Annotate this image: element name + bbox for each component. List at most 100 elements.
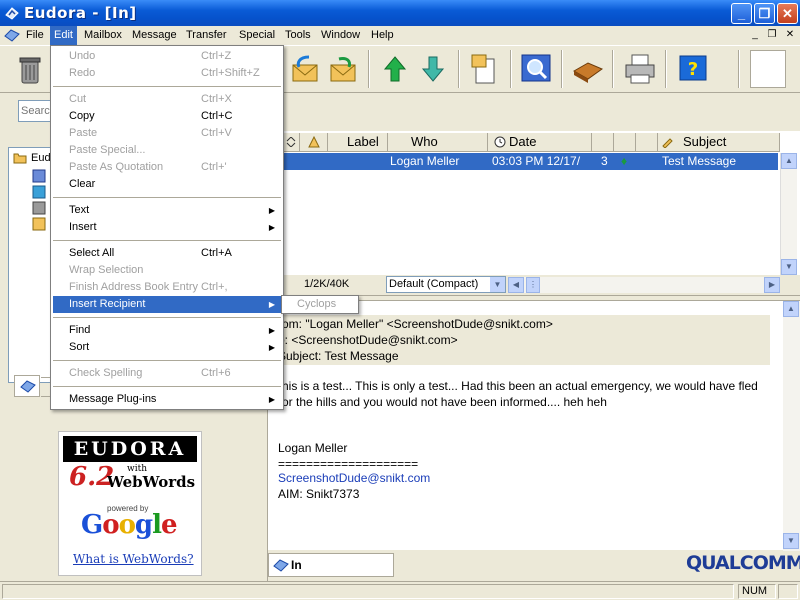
menu-item-redo[interactable]: Redo Ctrl+Shift+Z <box>53 65 281 82</box>
menu-item-undo[interactable]: Undo Ctrl+Z <box>53 48 281 65</box>
preview-scroll-up-button[interactable]: ▲ <box>783 301 799 317</box>
menu-transfer[interactable]: Transfer <box>182 26 231 45</box>
help-icon[interactable]: ? <box>675 51 711 87</box>
menu-window[interactable]: Window <box>317 26 364 45</box>
maximize-button[interactable]: ❐ <box>754 3 775 24</box>
menu-edit[interactable]: Edit <box>50 26 77 45</box>
menu-mailbox[interactable]: Mailbox <box>80 26 126 45</box>
date-column-header[interactable]: Date <box>488 133 592 152</box>
mdi-minimize-button[interactable]: _ <box>748 28 762 42</box>
menu-item-paste[interactable]: Paste Ctrl+V <box>53 125 281 142</box>
menu-item-paste-special[interactable]: Paste Special... <box>53 142 281 159</box>
scroll-right-button[interactable]: ▶ <box>764 277 780 293</box>
submenu-arrow-icon: ▶ <box>268 206 275 215</box>
status-column-header[interactable] <box>282 133 300 152</box>
mdi-close-button[interactable]: ✕ <box>783 28 797 42</box>
row-subject: Test Message <box>662 154 737 168</box>
num-lock-indicator: NUM <box>738 584 776 599</box>
menu-file[interactable]: File <box>22 26 48 45</box>
ad-version-block: 6.2 with WebWords <box>69 462 195 496</box>
menu-item-sort[interactable]: Sort ▶ <box>53 339 281 356</box>
priority-icon <box>308 136 320 148</box>
menu-tools[interactable]: Tools <box>281 26 315 45</box>
table-row[interactable]: Logan Meller 03:03 PM 12/17/ 3 ♦ Test Me… <box>282 153 778 170</box>
menu-item-paste-as-quotation[interactable]: Paste As Quotation Ctrl+' <box>53 159 281 176</box>
server-status-column-header[interactable] <box>614 133 636 152</box>
eudora-app-icon[interactable] <box>4 5 20 21</box>
menu-item-select-all[interactable]: Select All Ctrl+A <box>53 245 281 262</box>
previous-message-icon[interactable] <box>377 51 413 87</box>
scroll-up-button[interactable]: ▲ <box>781 153 797 169</box>
menu-item-wrap-selection[interactable]: Wrap Selection <box>53 262 281 279</box>
attachment-column-header[interactable] <box>636 133 658 152</box>
menu-item-find[interactable]: Find ▶ <box>53 322 281 339</box>
mdi-restore-button[interactable]: ❐ <box>765 28 779 42</box>
scroll-thumb[interactable]: ⋮ <box>526 277 540 293</box>
label-column-label: Label <box>347 134 379 149</box>
mailboxes-tab-icon <box>20 380 36 393</box>
find-icon[interactable] <box>518 51 554 87</box>
what-is-webwords-link[interactable]: What is WebWords? <box>73 552 194 566</box>
print-icon[interactable] <box>622 51 658 87</box>
sort-icon <box>286 137 296 147</box>
menu-item-cut[interactable]: Cut Ctrl+X <box>53 91 281 108</box>
menu-message[interactable]: Message <box>128 26 181 45</box>
signature-aim: AIM: Snikt7373 <box>278 487 360 501</box>
scroll-left-button[interactable]: ◀ <box>508 277 524 293</box>
attach-file-icon[interactable] <box>466 51 502 87</box>
svg-text:?: ? <box>688 59 698 80</box>
preview-from: rom: "Logan Meller" <ScreenshotDude@snik… <box>278 317 553 331</box>
menu-item-text[interactable]: Text ▶ <box>53 202 281 219</box>
submenu-arrow-icon: ▶ <box>268 395 275 404</box>
menu-help[interactable]: Help <box>367 26 398 45</box>
who-column-header[interactable]: Who <box>388 133 488 152</box>
next-message-icon[interactable] <box>415 51 451 87</box>
webwords-ad[interactable]: EUDORA 6.2 with WebWords powered by Goog… <box>58 431 202 576</box>
message-list-vscroll[interactable]: ▲ ▼ <box>780 153 797 275</box>
message-preview[interactable]: rom: "Logan Meller" <ScreenshotDude@snik… <box>268 300 800 551</box>
menu-item-clear[interactable]: Clear <box>53 176 281 193</box>
menu-item-message-plug-ins[interactable]: Message Plug-ins ▶ <box>53 391 281 408</box>
search-input[interactable] <box>18 100 54 122</box>
mailbox-window-icon[interactable] <box>4 28 20 43</box>
menu-bar: File Edit Mailbox Message Transfer Speci… <box>0 26 800 45</box>
menu-item-copy[interactable]: Copy Ctrl+C <box>53 108 281 125</box>
preview-header: rom: "Logan Meller" <ScreenshotDude@snik… <box>276 315 770 365</box>
size-column-header[interactable] <box>592 133 614 152</box>
submenu-item-cyclops[interactable]: Cyclops <box>297 298 336 310</box>
mailboxes-tab[interactable] <box>14 375 40 397</box>
reply-all-icon[interactable] <box>325 51 361 87</box>
message-list-header: Label Who Date Subject <box>268 133 780 152</box>
address-book-icon[interactable] <box>570 51 606 87</box>
scroll-down-button[interactable]: ▼ <box>781 259 797 275</box>
view-select[interactable]: Default (Compact) ▼ <box>386 276 506 293</box>
label-column-header[interactable]: Label <box>328 133 388 152</box>
reply-icon[interactable] <box>287 51 323 87</box>
preview-subject: Subject: Test Message <box>278 349 399 363</box>
message-list-hscroll[interactable]: ◀ ⋮ ▶ <box>508 277 780 293</box>
row-who: Logan Meller <box>390 154 460 168</box>
message-list-status: 1/2K/40K Default (Compact) ▼ ◀ ⋮ ▶ <box>268 275 800 295</box>
preview-vscroll[interactable]: ▲ ▼ <box>783 301 800 551</box>
mailbox-tab-strip <box>14 375 54 399</box>
preview-to: o: <ScreenshotDude@snikt.com> <box>278 333 458 347</box>
preview-scroll-down-button[interactable]: ▼ <box>783 533 799 549</box>
signature-email-link[interactable]: ScreenshotDude@snikt.com <box>278 471 778 486</box>
subject-column-header[interactable]: Subject <box>658 133 780 152</box>
mailbox-window-tab[interactable]: In <box>268 553 394 577</box>
menu-item-check-spelling[interactable]: Check Spelling Ctrl+6 <box>53 365 281 382</box>
menu-item-insert-recipient[interactable]: Insert Recipient ▶ <box>53 296 281 313</box>
tree-root-label[interactable]: Eud <box>31 152 51 164</box>
chevron-down-icon[interactable]: ▼ <box>490 277 505 292</box>
resize-grip[interactable] <box>778 584 798 599</box>
menu-item-insert[interactable]: Insert ▶ <box>53 219 281 236</box>
folder-icon <box>13 153 27 164</box>
trash-icon[interactable] <box>12 51 48 87</box>
priority-column-header[interactable] <box>300 133 328 152</box>
mailbox-tree[interactable]: Eud <box>8 147 53 383</box>
menu-special[interactable]: Special <box>235 26 279 45</box>
view-select-value: Default (Compact) <box>389 278 479 290</box>
close-button[interactable]: ✕ <box>777 3 798 24</box>
minimize-button[interactable]: _ <box>731 3 752 24</box>
menu-item-finish-address-book-entry[interactable]: Finish Address Book Entry Ctrl+, <box>53 279 281 296</box>
